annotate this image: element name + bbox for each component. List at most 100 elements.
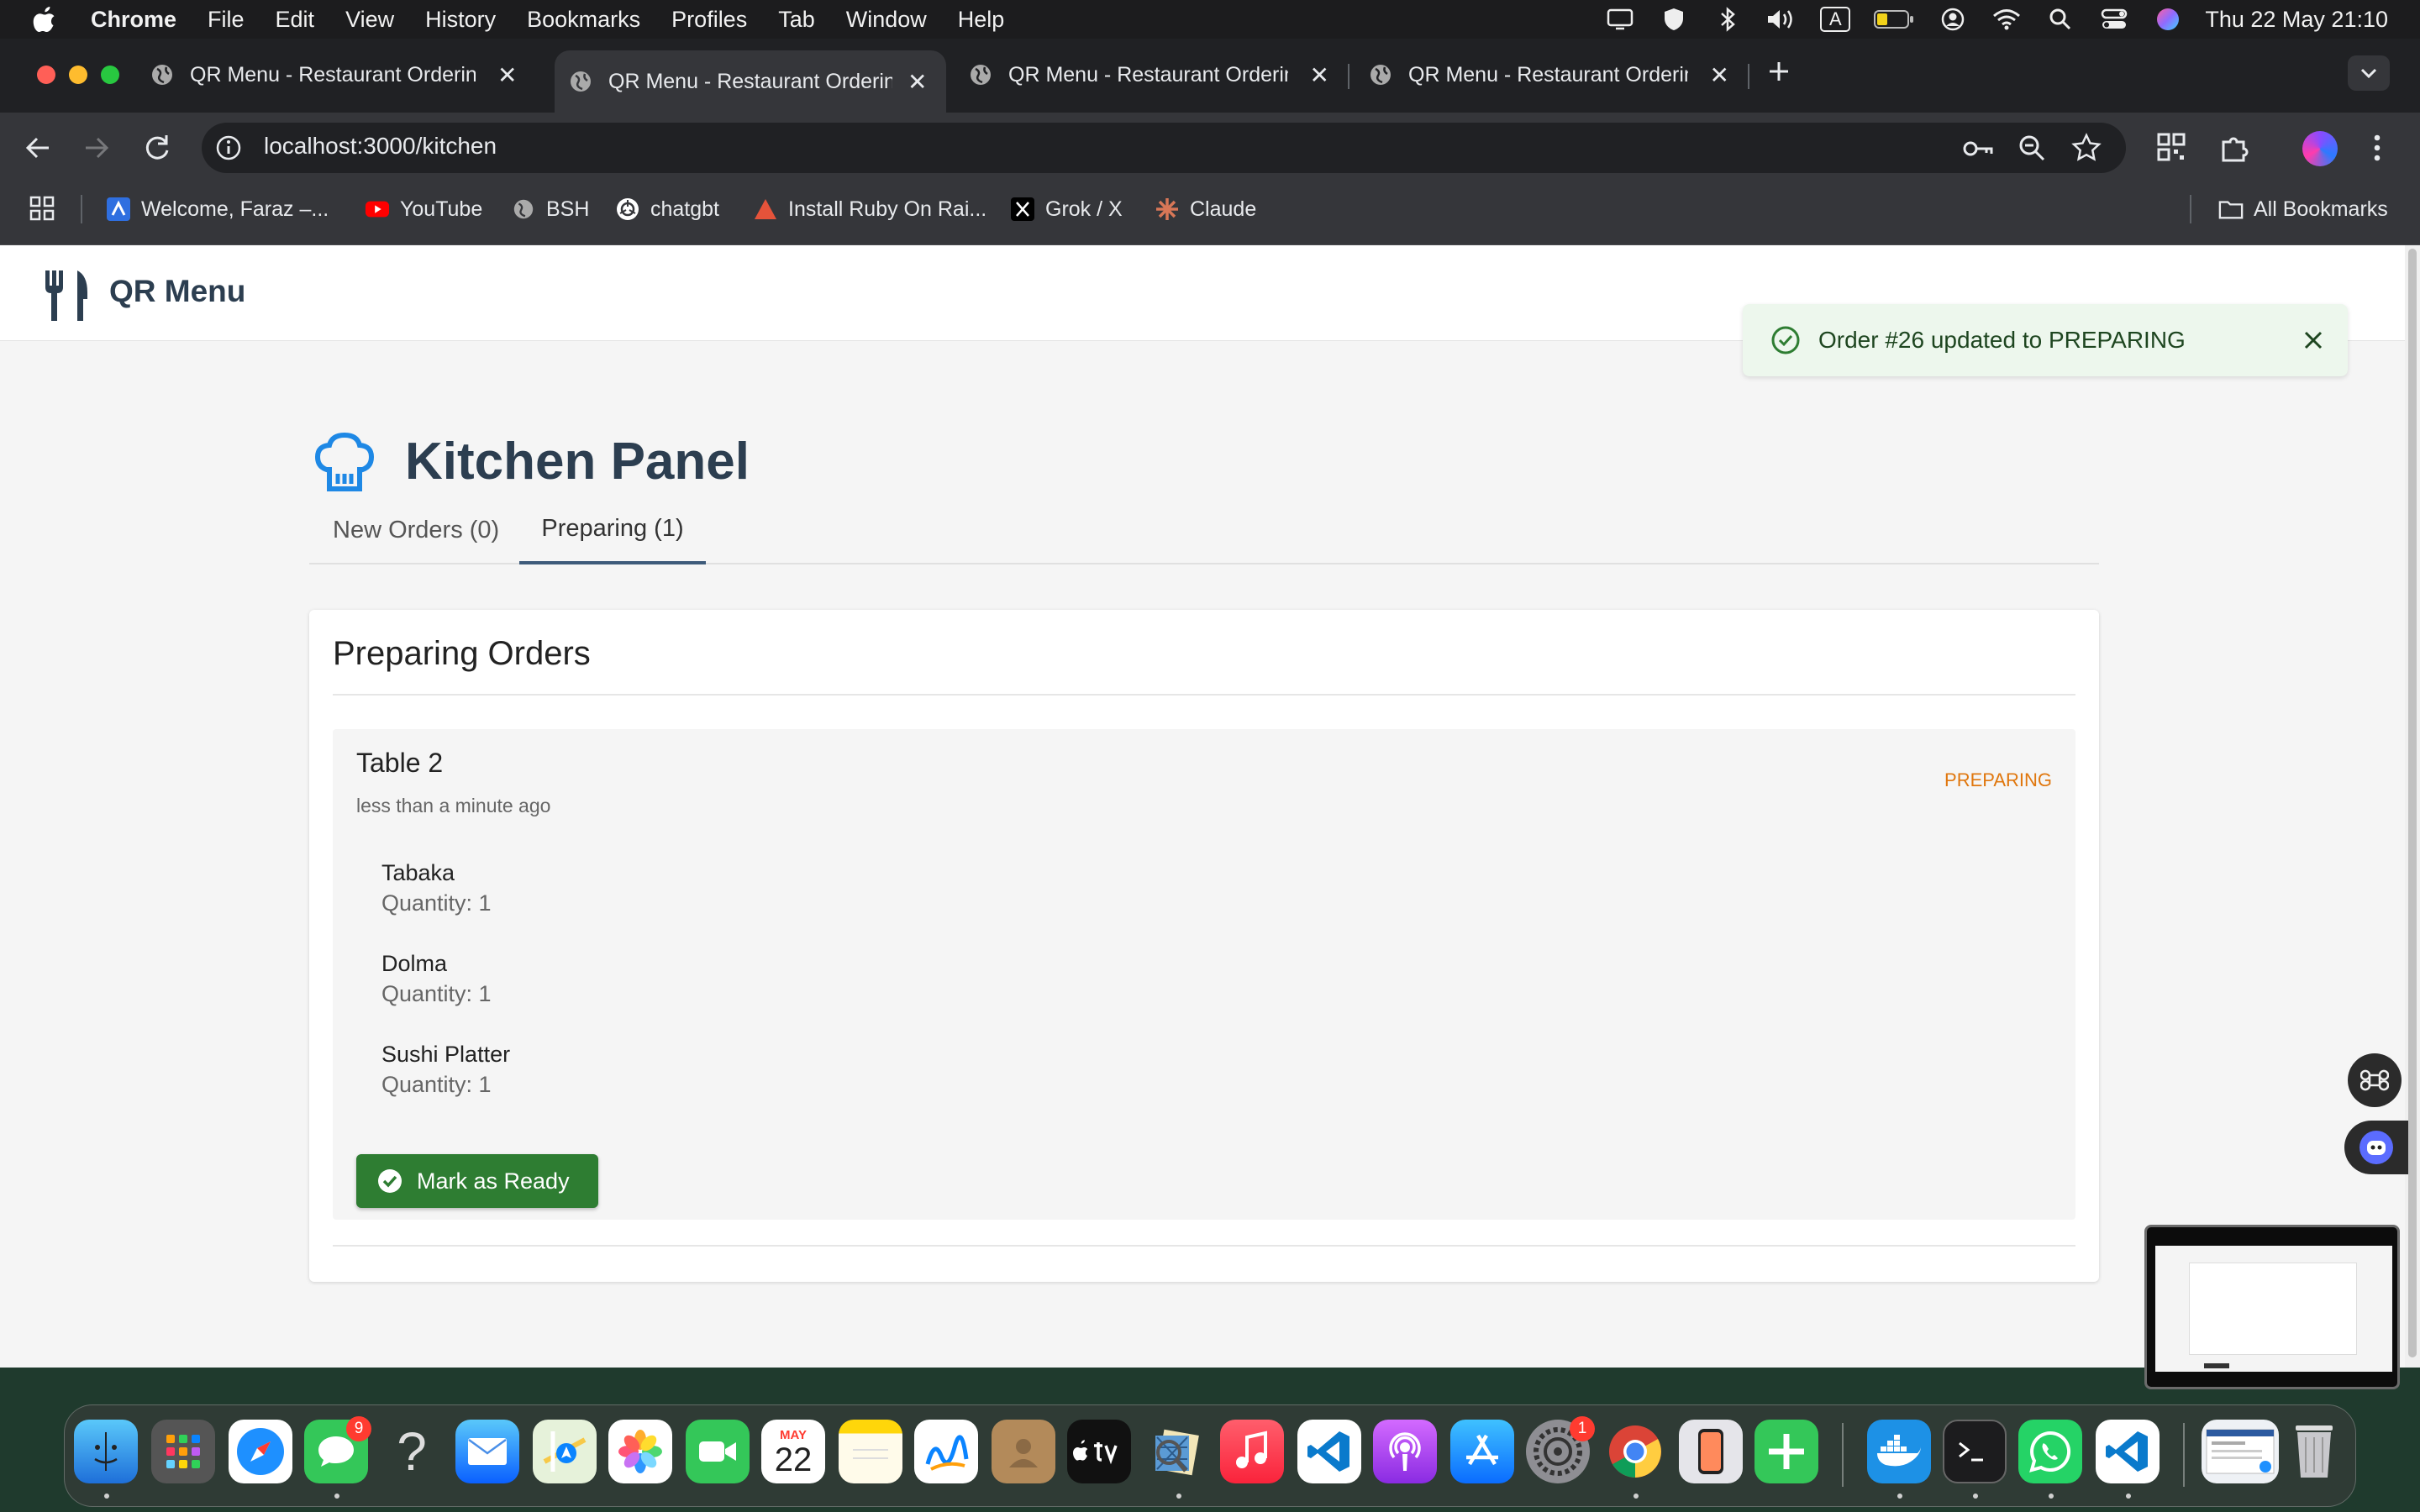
site-info-icon[interactable] [213,133,244,163]
spotlight-icon[interactable] [2044,3,2077,36]
trash-icon[interactable] [2282,1420,2346,1483]
menu-bookmarks[interactable]: Bookmarks [527,7,640,33]
chrome-menu-icon[interactable] [2371,133,2383,163]
freeform-icon[interactable] [914,1420,978,1483]
siri-icon[interactable] [2151,3,2185,36]
terminal-icon[interactable] [1943,1420,2007,1483]
menu-edit[interactable]: Edit [276,7,315,33]
close-icon[interactable]: ✕ [908,68,927,96]
url-text[interactable]: localhost:3000/kitchen [264,133,497,160]
bookmark-divider [2190,195,2191,223]
vscode-icon[interactable] [1297,1420,1361,1483]
iphone-mirroring-icon[interactable] [1679,1420,1743,1483]
menu-profiles[interactable]: Profiles [671,7,747,33]
contacts-icon[interactable] [992,1420,1055,1483]
safari-icon[interactable] [229,1420,292,1483]
close-icon[interactable]: ✕ [1710,61,1729,89]
order-item-quantity: Quantity: 1 [381,1072,492,1097]
vscode-icon[interactable] [2096,1420,2160,1483]
music-icon[interactable] [1220,1420,1284,1483]
app-store-icon[interactable] [1450,1420,1514,1483]
success-toast: Order #26 updated to PREPARING [1743,304,2348,376]
shield-icon[interactable] [1657,3,1691,36]
extensions-puzzle-icon[interactable] [2218,132,2250,164]
chrome-icon[interactable] [1603,1420,1667,1483]
back-icon[interactable] [22,133,54,163]
bookmark-install-ruby[interactable]: Install Ruby On Rai... [753,195,986,223]
forward-icon[interactable] [81,133,113,163]
apple-icon[interactable] [32,6,57,33]
scrollbar-thumb[interactable] [2408,249,2417,1357]
calendar-icon[interactable]: MAY 22 [761,1420,825,1483]
window-minimize-button[interactable] [69,66,87,84]
assistant-bot-button[interactable] [2344,1121,2408,1174]
bookmark-claude[interactable]: Claude [1155,195,1256,223]
password-key-icon[interactable] [1961,134,1995,163]
wifi-icon[interactable] [1990,3,2023,36]
whatsapp-icon[interactable] [2018,1420,2082,1483]
bookmark-bsh[interactable]: BSH [511,195,589,223]
browser-tab-1[interactable]: QR Menu - Restaurant Ordering ✕ [150,50,544,99]
menubar-app-name[interactable]: Chrome [91,7,176,33]
maps-icon[interactable] [533,1420,597,1483]
volume-icon[interactable] [1765,3,1798,36]
help-question-icon[interactable]: ? [380,1420,444,1483]
apple-tv-icon[interactable] [1067,1420,1131,1483]
mark-as-ready-button[interactable]: Mark as Ready [356,1154,598,1208]
menu-file[interactable]: File [208,7,245,33]
numbers-plus-icon[interactable] [1754,1420,1818,1483]
profile-avatar[interactable] [2302,131,2338,166]
launchpad-icon[interactable] [151,1420,215,1483]
close-icon[interactable]: ✕ [497,61,517,89]
recent-window-thumbnail[interactable] [2202,1420,2279,1483]
window-close-button[interactable] [37,66,55,84]
display-icon[interactable] [1603,3,1637,36]
qr-code-extension-icon[interactable] [2156,132,2186,162]
brand-title[interactable]: QR Menu [109,274,245,309]
photos-icon[interactable] [608,1420,672,1483]
finder-icon[interactable] [74,1420,138,1483]
reload-icon[interactable] [141,132,173,164]
preview-app-icon[interactable] [1144,1420,1208,1483]
bookmark-grok-x[interactable]: Grok / X [1010,195,1123,223]
tab-new-orders[interactable]: New Orders (0) [333,496,499,564]
window-zoom-button[interactable] [101,66,119,84]
menu-view[interactable]: View [345,7,394,33]
bookmark-welcome[interactable]: Welcome, Faraz –... [106,195,329,223]
preview-button [2204,1363,2229,1368]
notes-icon[interactable] [839,1420,902,1483]
control-center-icon[interactable] [2097,3,2131,36]
apps-grid-icon[interactable] [29,195,55,222]
mail-icon[interactable] [455,1420,519,1483]
podcasts-icon[interactable] [1373,1420,1437,1483]
tab-search-icon[interactable] [2348,55,2390,91]
battery-icon[interactable] [1872,3,1916,36]
browser-tab-2-active[interactable]: QR Menu - Restaurant Ordering ✕ [555,50,946,113]
floating-command-button[interactable] [2348,1053,2402,1107]
menu-help[interactable]: Help [958,7,1005,33]
screenshot-preview-thumbnail[interactable] [2144,1225,2400,1389]
web-page: QR Menu Order #26 updated to PREPARING K… [0,245,2405,1368]
running-indicator [1634,1494,1639,1499]
new-tab-icon[interactable] [1765,57,1793,86]
bluetooth-icon[interactable] [1711,3,1744,36]
user-icon[interactable] [1936,3,1970,36]
zoom-icon[interactable] [2017,133,2047,163]
menubar-clock[interactable]: Thu 22 May 21:10 [2205,7,2388,33]
close-icon[interactable] [2301,328,2326,353]
browser-tab-3[interactable]: QR Menu - Restaurant Ordering ✕ [968,50,1329,99]
input-source-icon[interactable]: A [1818,3,1852,36]
all-bookmarks[interactable]: All Bookmarks [2218,195,2388,223]
bookmark-star-icon[interactable] [2070,132,2102,164]
menu-tab[interactable]: Tab [778,7,815,33]
menu-history[interactable]: History [425,7,496,33]
tab-preparing[interactable]: Preparing (1) [519,496,706,564]
bookmark-youtube[interactable]: YouTube [365,195,482,223]
docker-icon[interactable] [1867,1420,1931,1483]
preview-page [2155,1246,2392,1372]
browser-tab-4[interactable]: QR Menu - Restaurant Ordering ✕ [1368,50,1729,99]
bookmark-chatgbt[interactable]: chatgbt [615,195,719,223]
close-icon[interactable]: ✕ [1310,61,1329,89]
facetime-icon[interactable] [686,1420,750,1483]
menu-window[interactable]: Window [846,7,927,33]
